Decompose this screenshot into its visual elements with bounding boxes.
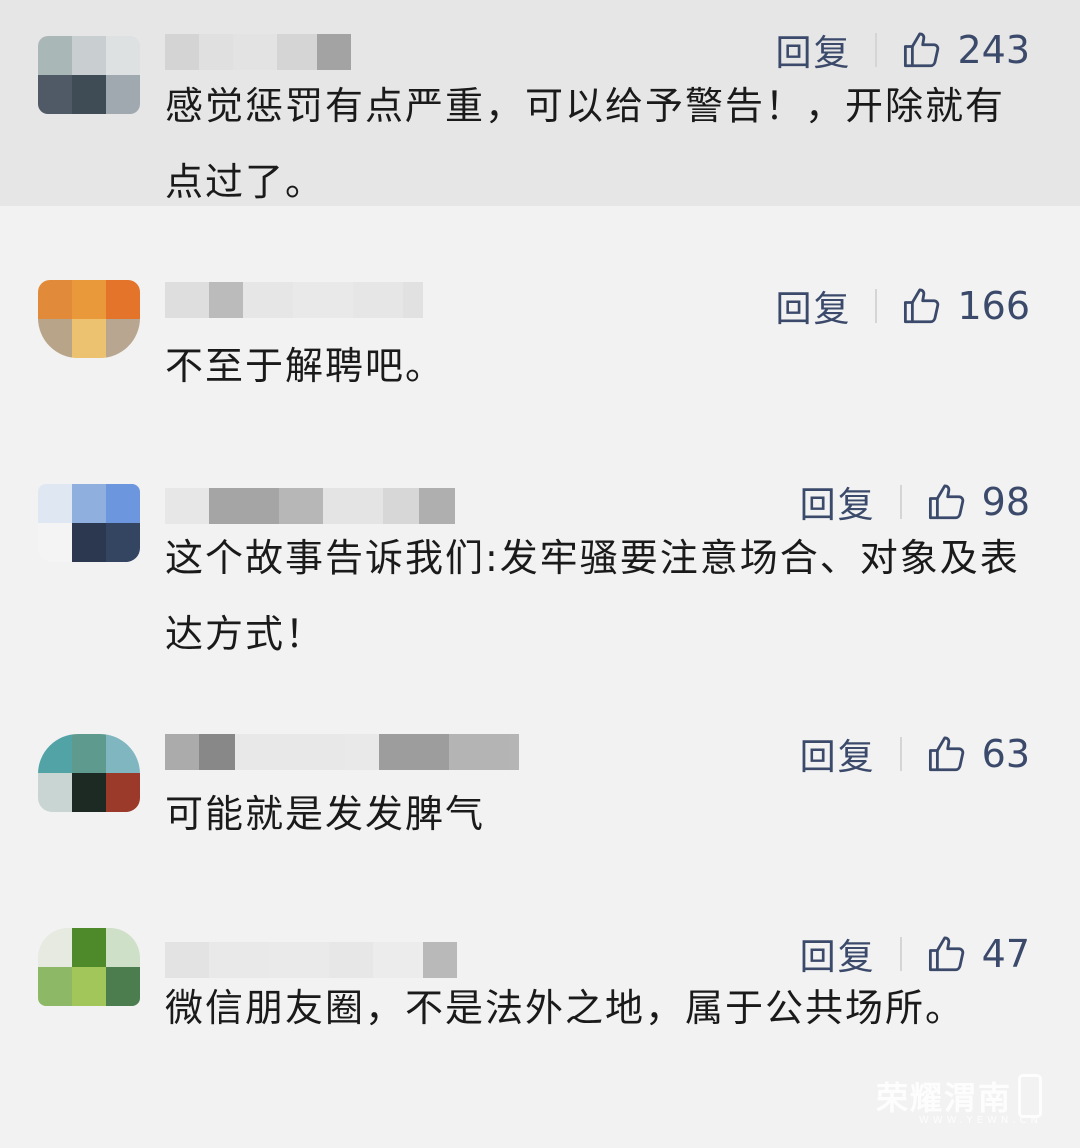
watermark: 荣耀渭南 WWW.YEWN.CN	[876, 1073, 1042, 1126]
avatar[interactable]	[38, 928, 140, 1006]
avatar-pixel	[106, 928, 140, 967]
comment-item[interactable]: 回复 63 可能就是发发脾气	[0, 716, 1080, 916]
like-count: 243	[957, 28, 1030, 72]
comment-text: 微信朋友圈，不是法外之地，属于公共场所。	[165, 986, 966, 1030]
avatar-pixel	[38, 484, 72, 523]
avatar-pixel	[38, 928, 72, 967]
avatar-pixel	[38, 36, 72, 75]
comment-text: 不至于解聘吧。	[165, 344, 446, 388]
comment-item[interactable]: 回复 98 这个故事告诉我们:发牢骚要注意场合、对象及表达方式！	[0, 466, 1080, 716]
avatar-pixel	[106, 773, 140, 812]
like-count: 63	[981, 732, 1030, 776]
avatar-pixel	[106, 967, 140, 1006]
username-blurred[interactable]	[165, 34, 371, 70]
comment-text: 这个故事告诉我们:发牢骚要注意场合、对象及表达方式！	[165, 536, 1020, 656]
avatar-pixel	[38, 319, 72, 358]
avatar[interactable]	[38, 734, 140, 812]
comment-actions: 回复 166	[775, 280, 1030, 332]
thumbs-up-icon[interactable]	[926, 933, 968, 975]
reply-button[interactable]: 回复	[800, 728, 876, 780]
avatar-pixel	[106, 734, 140, 773]
reply-button[interactable]: 回复	[775, 280, 851, 332]
avatar-pixel	[106, 523, 140, 562]
phone-icon	[1018, 1074, 1042, 1118]
thumbs-up-icon[interactable]	[926, 481, 968, 523]
watermark-title: 荣耀渭南	[875, 1079, 1012, 1117]
avatar-pixel	[38, 75, 72, 114]
avatar[interactable]	[38, 484, 140, 562]
avatar-pixel	[38, 734, 72, 773]
thumbs-up-icon[interactable]	[901, 285, 943, 327]
avatar-pixel	[72, 75, 106, 114]
avatar[interactable]	[38, 36, 140, 114]
avatar-pixel	[72, 773, 106, 812]
avatar-pixel	[38, 967, 72, 1006]
avatar-pixel	[72, 928, 106, 967]
divider	[899, 485, 902, 519]
avatar-pixel	[38, 773, 72, 812]
avatar-pixel	[106, 36, 140, 75]
username-blurred[interactable]	[165, 734, 519, 770]
like-count: 98	[981, 480, 1030, 524]
avatar-pixel	[38, 523, 72, 562]
avatar[interactable]	[38, 280, 140, 358]
avatar-pixel	[72, 36, 106, 75]
avatar-pixel	[106, 75, 140, 114]
comment-item[interactable]: 回复 166 不至于解聘吧。	[0, 206, 1080, 466]
comment-actions: 回复 63	[800, 728, 1030, 780]
avatar-pixel	[38, 280, 72, 319]
avatar-pixel	[72, 280, 106, 319]
avatar-pixel	[72, 523, 106, 562]
thumbs-up-icon[interactable]	[901, 29, 943, 71]
avatar-pixel	[106, 484, 140, 523]
avatar-pixel	[72, 319, 106, 358]
avatar-pixel	[72, 967, 106, 1006]
divider	[899, 937, 902, 971]
avatar-pixel	[106, 319, 140, 358]
thumbs-up-icon[interactable]	[926, 733, 968, 775]
like-count: 166	[957, 284, 1030, 328]
avatar-pixel	[106, 280, 140, 319]
divider	[899, 737, 902, 771]
comment-item[interactable]: 回复 243 感觉惩罚有点严重，可以给予警告！，开除就有点过了。	[0, 0, 1080, 206]
username-blurred[interactable]	[165, 488, 455, 524]
avatar-pixel	[72, 484, 106, 523]
comment-text: 可能就是发发脾气	[165, 792, 486, 836]
divider	[875, 289, 878, 323]
avatar-pixel	[72, 734, 106, 773]
comment-text: 感觉惩罚有点严重，可以给予警告！，开除就有点过了。	[165, 84, 1006, 204]
divider	[875, 33, 878, 67]
username-blurred[interactable]	[165, 282, 423, 318]
